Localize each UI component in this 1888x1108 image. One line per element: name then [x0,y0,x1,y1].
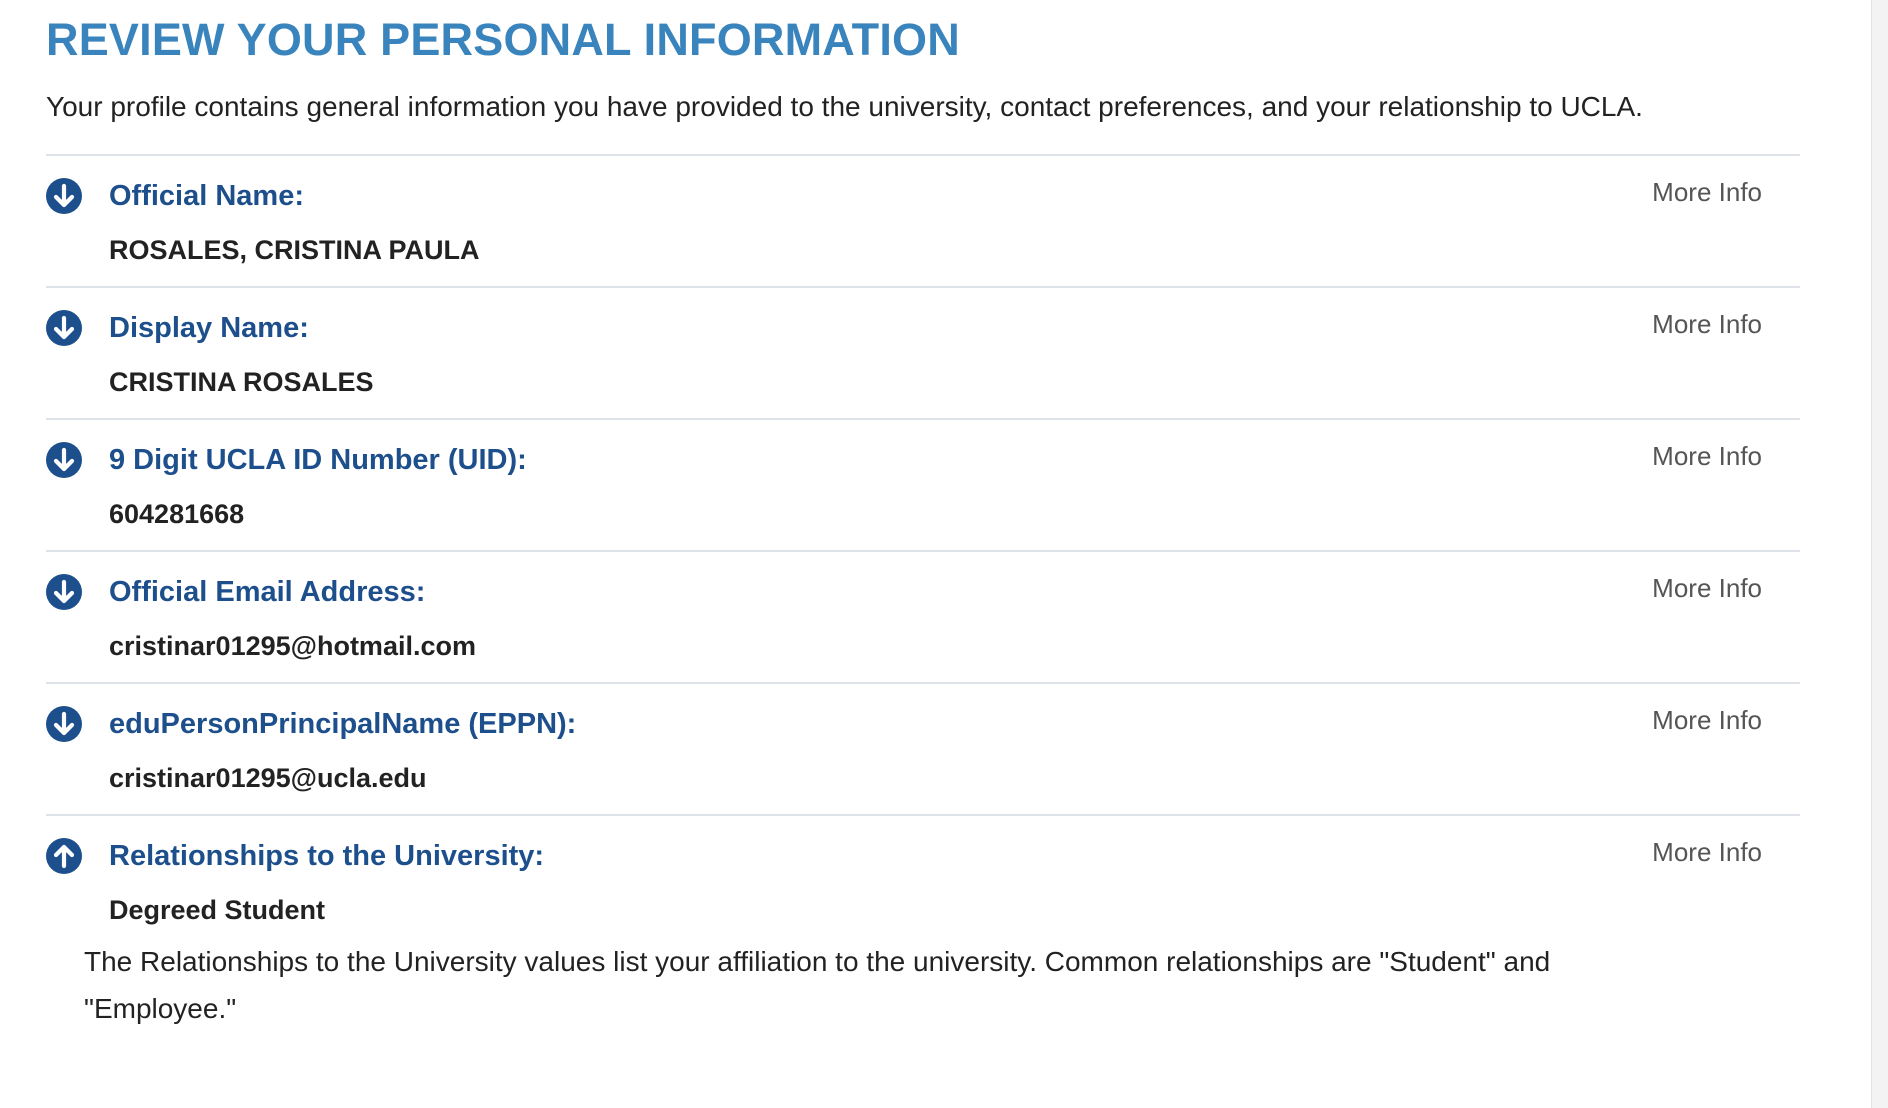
info-row-relationships: Relationships to the University: Degreed… [46,816,1800,1052]
relationships-label[interactable]: Relationships to the University: [109,838,544,874]
scrollbar[interactable] [1871,0,1888,1108]
display-name-value: CRISTINA ROSALES [109,367,374,397]
display-name-label[interactable]: Display Name: [109,310,309,346]
info-row-display-name: Display Name: CRISTINA ROSALES More Info [46,288,1800,420]
arrow-up-circle-icon[interactable] [46,838,82,874]
page: REVIEW YOUR PERSONAL INFORMATION Your pr… [0,0,1888,1108]
info-list: Official Name: ROSALES, CRISTINA PAULA M… [46,154,1800,1052]
more-info-link[interactable]: More Info [1652,572,1762,604]
more-info-link[interactable]: More Info [1652,836,1762,868]
more-info-link[interactable]: More Info [1652,440,1762,472]
official-email-value: cristinar01295@hotmail.com [109,631,476,661]
arrow-down-circle-icon[interactable] [46,442,82,478]
relationships-value: Degreed Student [109,895,326,925]
more-info-link[interactable]: More Info [1652,308,1762,340]
more-info-link[interactable]: More Info [1652,704,1762,736]
info-row-official-name: Official Name: ROSALES, CRISTINA PAULA M… [46,156,1800,288]
official-name-label[interactable]: Official Name: [109,178,304,214]
arrow-down-circle-icon[interactable] [46,706,82,742]
info-row-eppn: eduPersonPrincipalName (EPPN): cristinar… [46,684,1800,816]
intro-text: Your profile contains general informatio… [46,91,1643,122]
official-email-label[interactable]: Official Email Address: [109,574,425,610]
page-title: REVIEW YOUR PERSONAL INFORMATION [46,14,960,65]
info-row-uid: 9 Digit UCLA ID Number (UID): 604281668 … [46,420,1800,552]
more-info-link[interactable]: More Info [1652,176,1762,208]
uid-label[interactable]: 9 Digit UCLA ID Number (UID): [109,442,527,478]
main-content: REVIEW YOUR PERSONAL INFORMATION Your pr… [46,0,1800,1052]
arrow-down-circle-icon[interactable] [46,574,82,610]
relationships-description: The Relationships to the University valu… [84,946,1551,1024]
official-name-value: ROSALES, CRISTINA PAULA [109,235,480,265]
arrow-down-circle-icon[interactable] [46,310,82,346]
info-row-official-email: Official Email Address: cristinar01295@h… [46,552,1800,684]
eppn-label[interactable]: eduPersonPrincipalName (EPPN): [109,706,576,742]
arrow-down-circle-icon[interactable] [46,178,82,214]
uid-value: 604281668 [109,499,245,529]
eppn-value: cristinar01295@ucla.edu [109,763,427,793]
